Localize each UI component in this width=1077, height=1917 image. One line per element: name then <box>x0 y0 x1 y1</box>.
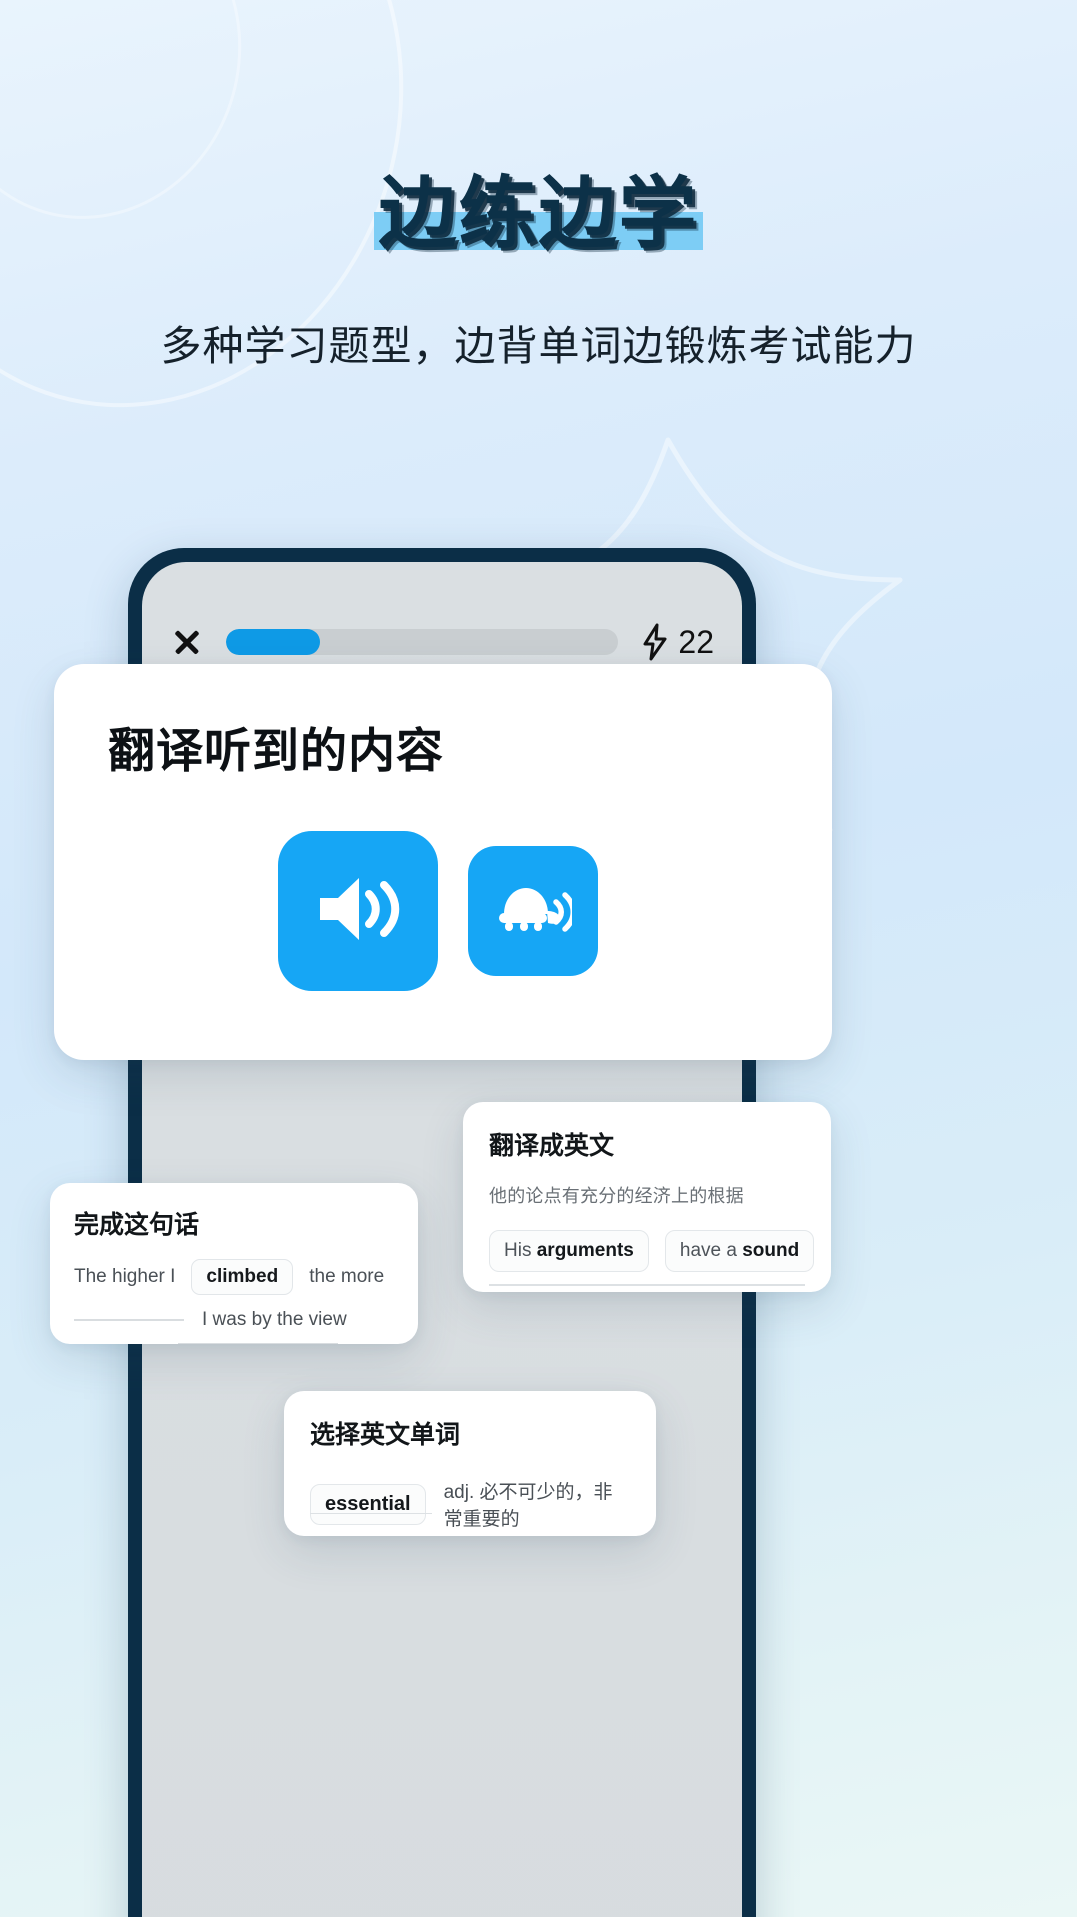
listen-card-title: 翻译听到的内容 <box>108 724 444 777</box>
complete-sentence-card: 完成这句话 The higher I climbed the more I wa… <box>50 1183 418 1344</box>
chip-plain-text: have a <box>679 1240 743 1261</box>
page-title: 边练边学 <box>378 169 699 257</box>
choose-word-definition: adj. 必不可少的，非常重要的 <box>443 1482 613 1530</box>
listen-exercise-card: 翻译听到的内容 <box>54 664 832 1060</box>
choose-word-chip[interactable]: essential <box>310 1483 426 1525</box>
choose-card-title: 选择英文单词 <box>310 1421 461 1449</box>
play-audio-button[interactable] <box>278 831 438 991</box>
choose-word-card: 选择英文单词 essential adj. 必不可少的，非常重要的 <box>284 1391 656 1536</box>
cloze-blank-underline[interactable] <box>74 1319 184 1321</box>
page-subtitle: 多种学习题型，边背单词边锻炼考试能力 <box>160 323 917 369</box>
turtle-slow-audio-icon <box>494 878 576 945</box>
close-icon[interactable] <box>170 625 204 659</box>
translate-answer-chip[interactable]: have a sound <box>664 1230 815 1272</box>
chip-plain-text: His <box>504 1240 537 1261</box>
choose-word-row: essential adj. 必不可少的，非常重要的 <box>310 1477 630 1531</box>
chip-bold-text: arguments <box>536 1240 634 1261</box>
translate-card-title: 翻译成英文 <box>489 1132 615 1160</box>
lesson-progress-fill <box>226 629 321 655</box>
complete-card-title: 完成这句话 <box>74 1211 200 1239</box>
translate-exercise-card: 翻译成英文 他的论点有充分的经济上的根据 His arguments have … <box>463 1102 831 1292</box>
translate-answer-chips: His arguments have a sound <box>489 1230 815 1272</box>
lightning-bolt-icon <box>640 623 670 661</box>
lesson-progress-bar <box>226 629 619 655</box>
translate-prompt-text: 他的论点有充分的经济上的根据 <box>489 1186 744 1206</box>
page-background: 边练边学 多种学习题型，边背单词边锻炼考试能力 22 翻译听到的内容 完成这句话… <box>0 0 1077 1917</box>
audio-buttons-row <box>108 831 778 991</box>
cloze-line-one: The higher I climbed the more <box>74 1259 394 1295</box>
cloze-word-underline <box>178 1342 338 1344</box>
choose-word-underline <box>310 1512 432 1514</box>
cloze-line-two: I was by the view <box>74 1309 394 1331</box>
cloze-filled-word[interactable]: climbed <box>191 1259 294 1295</box>
hero-title-highlight-wrap: 边练边学 <box>374 168 703 258</box>
chip-bold-text: sound <box>742 1240 800 1261</box>
cloze-text-before: The higher I <box>74 1266 176 1287</box>
hero-heading-block: 边练边学 <box>0 168 1077 258</box>
cloze-text-after: the more <box>309 1266 385 1287</box>
streak-indicator[interactable]: 22 <box>640 623 714 661</box>
speaker-wave-icon <box>312 867 404 956</box>
streak-count: 22 <box>678 623 714 660</box>
translate-answer-underline <box>489 1284 805 1286</box>
translate-answer-chip[interactable]: His arguments <box>489 1230 649 1272</box>
play-slow-audio-button[interactable] <box>468 846 598 976</box>
cloze-text-line-two: I was by the view <box>202 1309 347 1330</box>
